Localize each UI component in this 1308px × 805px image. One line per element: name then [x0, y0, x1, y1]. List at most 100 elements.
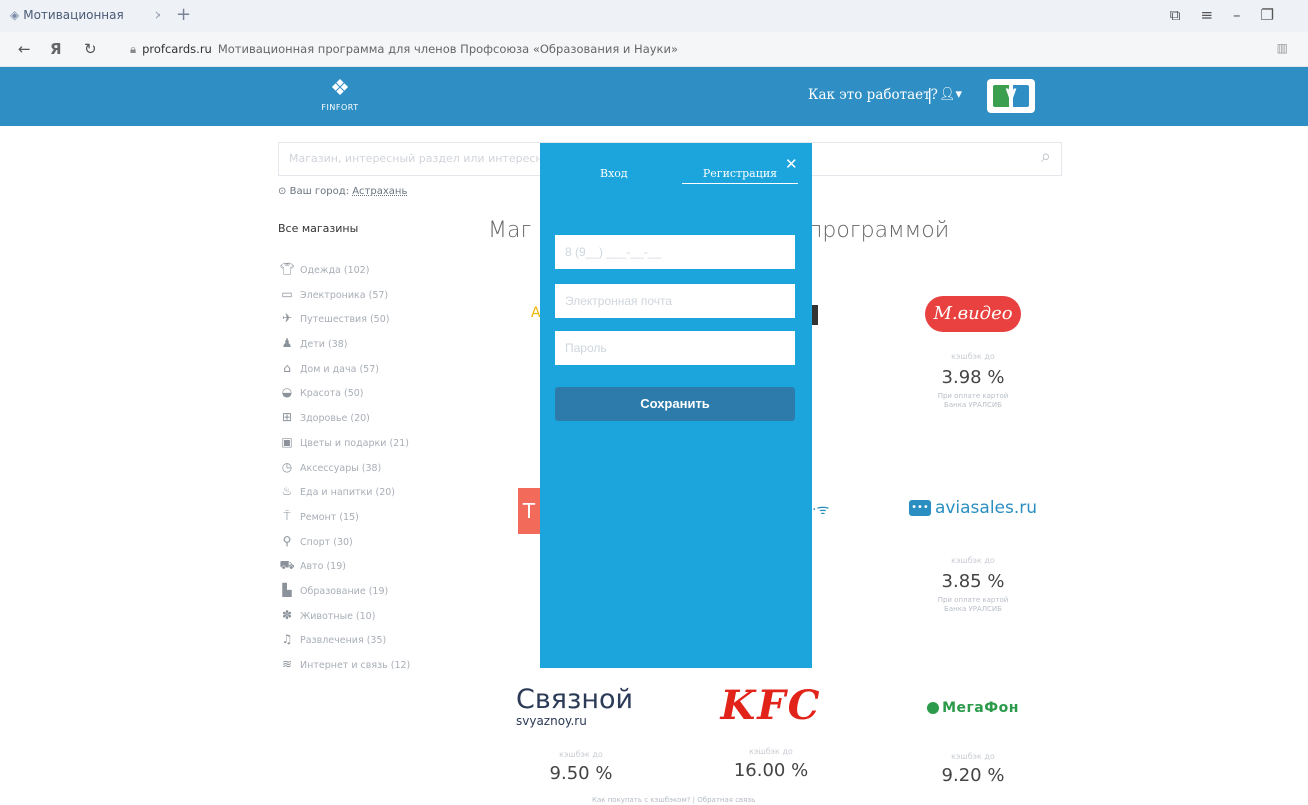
category-item[interactable]: ♨︎ Еда и напитки (20) — [278, 484, 410, 509]
category-item[interactable]: ⛟ Авто (19) — [278, 558, 410, 583]
category-item[interactable]: ♟︎ Дети (38) — [278, 336, 410, 361]
store-logo-partial[interactable]: A — [531, 305, 541, 325]
category-item[interactable]: ✈︎ Путешествия (50) — [278, 311, 410, 336]
reload-icon[interactable]: ↻ — [84, 40, 97, 58]
reader-mode-icon[interactable]: ▥ — [1277, 41, 1288, 55]
category-item[interactable]: ▙ Образование (19) — [278, 583, 410, 608]
svyaznoy-logo-url: svyaznoy.ru — [516, 714, 587, 728]
phone-field[interactable] — [555, 235, 795, 269]
store-card-kfc[interactable]: KFC кэшбэк до 16.00 % — [686, 682, 856, 781]
tab-register[interactable]: Регистрация — [682, 167, 798, 184]
kfc-logo: KFC — [720, 682, 822, 729]
how-it-works-link[interactable]: Как это работает? — [808, 87, 938, 103]
category-item[interactable]: ⊞ Здоровье (20) — [278, 410, 410, 435]
yandex-icon[interactable]: Я — [50, 40, 62, 58]
monitor-icon: ▭ — [281, 286, 293, 301]
password-field[interactable] — [555, 331, 795, 365]
new-tab-button[interactable]: + — [176, 4, 191, 25]
category-item[interactable]: ⚲ Спорт (30) — [278, 534, 410, 559]
auth-modal: Вход Регистрация ✕ Сохранить — [540, 143, 812, 668]
close-icon[interactable]: ✕ — [785, 155, 798, 173]
category-label: Дом и дача (57) — [300, 363, 379, 375]
category-label: Путешествия (50) — [300, 314, 390, 326]
wifi-icon: ≋ — [281, 657, 293, 671]
cashback-label: кэшбэк до — [951, 556, 995, 565]
category-label: Интернет и связь (12) — [300, 660, 411, 671]
child-icon: ♟︎ — [281, 336, 293, 351]
mvideo-logo: М.видео — [925, 296, 1021, 332]
gift-icon: ▣ — [281, 434, 293, 449]
paw-icon: ✽ — [281, 607, 293, 622]
all-stores-heading[interactable]: Все магазины — [278, 222, 358, 235]
logo-text: FINFORT — [321, 103, 359, 112]
footer-links[interactable]: Как покупать с кэшбэком? | Обратная связ… — [592, 796, 755, 804]
minimize-icon[interactable]: – — [1233, 6, 1261, 24]
category-item[interactable]: ≋ Интернет и связь (12) — [278, 657, 410, 682]
category-item[interactable]: ▣ Цветы и подарки (21) — [278, 435, 410, 460]
tabs-icon[interactable]: ⧉ — [1170, 6, 1201, 24]
back-icon[interactable]: ← — [18, 40, 31, 58]
cashback-note-line: При оплате картой — [937, 392, 1009, 400]
menu-icon[interactable]: ≡ — [1200, 6, 1233, 24]
category-item[interactable]: ▭ Электроника (57) — [278, 287, 410, 312]
browser-tab-bar: ◈ Мотивационная × + ⧉≡–❐ — [0, 0, 1308, 32]
category-item[interactable]: 👕︎ Одежда (102) — [278, 262, 410, 287]
search-icon[interactable]: ⌕ — [1041, 146, 1051, 167]
megafon-logo-text: МегаФон — [942, 700, 1019, 716]
city-value[interactable]: Астрахань — [352, 186, 407, 197]
shirt-icon: 👕︎ — [279, 262, 295, 276]
cashback-value: 3.85 % — [941, 571, 1005, 592]
restore-icon[interactable]: ❐ — [1261, 6, 1294, 24]
city-selector[interactable]: ⊙ Ваш город: Астрахань — [278, 186, 407, 197]
category-item[interactable]: ⍑ Ремонт (15) — [278, 509, 410, 534]
tab-login[interactable]: Вход — [600, 167, 628, 180]
svyaznoy-logo-text: Связной — [516, 684, 634, 715]
union-book-logo[interactable]: V — [987, 79, 1035, 113]
store-card-megafon[interactable]: МегаФон кэшбэк до 9.20 % — [888, 700, 1058, 786]
education-icon: ▙ — [282, 582, 292, 597]
site-header: ❖ FINFORT Как это работает? | 👤︎▾ V — [0, 67, 1308, 126]
url-domain: profcards.ru — [142, 42, 212, 56]
cashback-note: При оплате картой Банка УРАЛСИБ — [888, 392, 1058, 410]
store-card-aviasales[interactable]: ••• aviasales.ru кэшбэк до 3.85 % При опл… — [888, 498, 1058, 614]
svyaznoy-logo: Связной svyaznoy.ru — [516, 684, 666, 729]
email-field[interactable] — [555, 284, 795, 318]
search-placeholder: Магазин, интересный раздел или интересно… — [289, 152, 557, 165]
category-list: 👕︎ Одежда (102) ▭ Электроника (57) ✈︎ Путеш… — [278, 262, 410, 682]
cashback-value: 9.20 % — [941, 765, 1005, 786]
page-title-right: программой — [808, 218, 950, 243]
category-label: Авто (19) — [300, 561, 346, 573]
category-label: Одежда (102) — [300, 265, 370, 276]
tab-close-icon[interactable]: × — [154, 8, 160, 22]
store-logo-partial[interactable]: ⋅ᯤ — [812, 500, 829, 519]
cashback-note-line: При оплате картой — [937, 596, 1009, 604]
music-icon: ♫ — [281, 632, 293, 647]
category-item[interactable]: ⌂ Дом и дача (57) — [278, 361, 410, 386]
category-item[interactable]: ♫ Развлечения (35) — [278, 632, 410, 657]
store-card-svyaznoy[interactable]: Связной svyaznoy.ru кэшбэк до 9.50 % — [496, 684, 666, 785]
finfort-logo[interactable]: ❖ FINFORT — [310, 78, 370, 119]
category-item[interactable]: ✽ Животные (10) — [278, 608, 410, 633]
category-label: Цветы и подарки (21) — [300, 437, 409, 449]
sport-icon: ⚲ — [282, 533, 292, 548]
book-leaf-icon: V — [1005, 87, 1017, 103]
category-label: Еда и напитки (20) — [300, 487, 395, 499]
cashback-value: 3.98 % — [941, 367, 1005, 388]
page-title-left: Маг — [488, 218, 532, 243]
category-item[interactable]: ◷ Аксессуары (38) — [278, 460, 410, 485]
store-logo-partial[interactable]: T — [518, 488, 540, 534]
category-item[interactable]: ◒ Красота (50) — [278, 385, 410, 410]
city-label: Ваш город: — [289, 186, 350, 197]
medkit-icon: ⊞ — [281, 410, 293, 425]
url-field[interactable]: 🔒︎ profcards.ru Мотивационная программа дл… — [130, 42, 678, 57]
user-menu-icon[interactable]: 👤︎▾ — [939, 87, 962, 102]
save-button[interactable]: Сохранить — [555, 387, 795, 421]
food-icon: ♨︎ — [281, 484, 293, 499]
store-logo-partial[interactable] — [812, 305, 818, 325]
cashback-label: кэшбэк до — [951, 352, 995, 361]
category-label: Животные (10) — [300, 610, 376, 622]
store-card-mvideo[interactable]: М.видео кэшбэк до 3.98 % При оплате карт… — [888, 296, 1058, 410]
aviasales-logo-mark: ••• — [908, 500, 931, 516]
browser-tab[interactable]: ◈ Мотивационная × — [10, 8, 160, 28]
aviasales-logo-text: aviasales.ru — [934, 498, 1038, 518]
